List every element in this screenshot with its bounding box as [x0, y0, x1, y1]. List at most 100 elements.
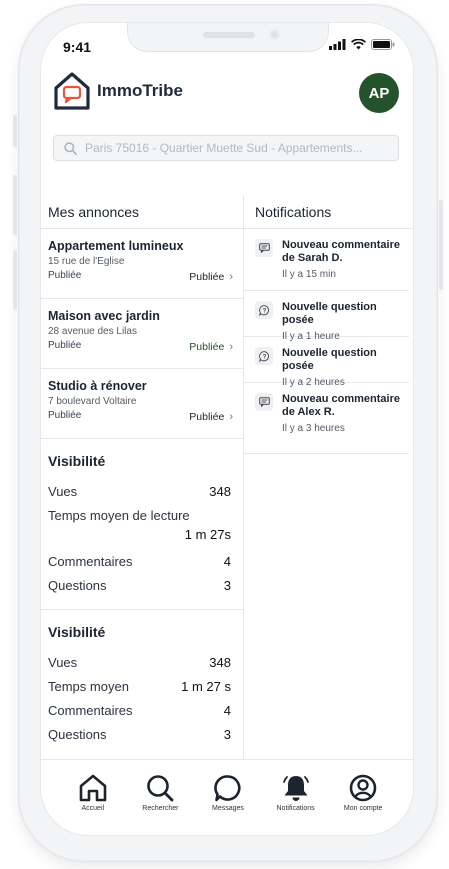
- nav-label: Rechercher: [142, 805, 179, 812]
- left-column: Mes annonces Appartement lumineux 15 rue…: [41, 195, 243, 758]
- stat-read-time-label-row: Temps moyen de lecture: [48, 503, 231, 527]
- speaker: [203, 32, 255, 38]
- notification-title: Nouveau commentaire de Alex R.: [282, 393, 400, 418]
- listing-status-badge[interactable]: Publiée ›: [189, 271, 233, 283]
- notification-item[interactable]: Nouveau commentaire de Sarah D. Il y a 1…: [244, 229, 409, 291]
- nav-item-notifications[interactable]: Notifications: [266, 774, 326, 835]
- battery-icon: [371, 39, 395, 50]
- stat-value: 4: [223, 702, 231, 718]
- stat-value: 3: [223, 577, 231, 593]
- nav-item-account[interactable]: Mon compte: [333, 774, 393, 835]
- stat-value: 1 m 27 s: [181, 678, 231, 694]
- phone-screen: 9:41 ImmoTribe AP Paris 75016 - Quartier…: [40, 22, 414, 836]
- nav-item-home[interactable]: Accueil: [63, 774, 123, 835]
- comment-icon: [255, 393, 273, 411]
- listing-address: 15 rue de l'Eglise: [48, 256, 125, 267]
- notification-title: Nouveau commentaire de Sarah D.: [282, 239, 400, 264]
- listing-title: Appartement lumineux: [48, 239, 184, 253]
- status-time: 9:41: [63, 39, 92, 55]
- notification-time: Il y a 15 min: [282, 269, 336, 280]
- visibility-stats-card: Visibilité Vues 348 Temps moyen 1 m 27 s…: [41, 610, 243, 758]
- stat-comments: Commentaires 4: [48, 698, 231, 722]
- stat-label: Temps moyen de lecture: [48, 507, 190, 523]
- notification-time: Il y a 2 heures: [282, 377, 345, 388]
- notification-title: Nouvelle question posée: [282, 347, 377, 372]
- notification-item[interactable]: ? Nouvelle question posée Il y a 2 heure…: [244, 337, 409, 388]
- stat-value: 4: [223, 553, 231, 569]
- visibility-stats-card: Visibilité Vues 348 Temps moyen de lectu…: [41, 439, 243, 610]
- listing-badge-label: Publiée: [189, 411, 225, 423]
- stat-label: Questions: [48, 577, 107, 593]
- stat-questions: Questions 3: [48, 573, 231, 597]
- comment-icon: [255, 239, 273, 257]
- app-logo[interactable]: ImmoTribe: [53, 71, 183, 111]
- question-icon: ?: [255, 301, 273, 319]
- notification-title: Nouvelle question posée: [282, 301, 377, 326]
- stat-value: 348: [209, 483, 231, 499]
- stat-label: Commentaires: [48, 702, 133, 718]
- notifications-title: Notifications: [244, 195, 413, 229]
- power-button: [439, 200, 443, 290]
- volume-up-button: [13, 175, 17, 235]
- nav-item-search[interactable]: Rechercher: [130, 774, 190, 835]
- listing-item[interactable]: Maison avec jardin 28 avenue des Lilas P…: [41, 299, 243, 369]
- notification-item[interactable]: ? Nouvelle question posée Il y a 1 heure: [244, 291, 409, 342]
- listing-item[interactable]: Studio à rénover 7 boulevard Voltaire Pu…: [41, 369, 243, 439]
- search-icon: [64, 141, 77, 155]
- front-camera: [269, 29, 280, 40]
- notification-time: Il y a 3 heures: [282, 423, 345, 434]
- nav-label: Notifications: [276, 805, 315, 812]
- stat-value: 3: [223, 726, 231, 742]
- status-icons: [329, 39, 395, 50]
- signal-icon: [329, 39, 346, 50]
- bell-icon: [282, 776, 309, 801]
- listing-status-badge[interactable]: Publiée ›: [189, 411, 233, 423]
- chevron-right-icon: ›: [229, 341, 233, 353]
- stat-questions: Questions 3: [48, 722, 231, 746]
- visibility-title: Visibilité: [48, 624, 106, 640]
- listing-title: Maison avec jardin: [48, 309, 160, 323]
- nav-item-messages[interactable]: Messages: [198, 774, 258, 835]
- volume-down-button: [13, 250, 17, 310]
- house-chat-logo-icon: [54, 72, 90, 110]
- question-icon: ?: [255, 347, 273, 365]
- chevron-right-icon: ›: [229, 271, 233, 283]
- visibility-title: Visibilité: [48, 453, 106, 469]
- avatar[interactable]: AP: [359, 73, 399, 113]
- nav-label: Accueil: [81, 805, 105, 812]
- nav-label: Messages: [212, 805, 244, 812]
- listing-status-badge[interactable]: Publiée ›: [189, 341, 233, 353]
- stat-label: Vues: [48, 483, 78, 499]
- stat-comments: Commentaires 4: [48, 549, 231, 573]
- svg-text:?: ?: [262, 308, 266, 314]
- message-bubble-icon: [214, 775, 241, 802]
- search-input[interactable]: [85, 141, 395, 155]
- mute-switch: [13, 115, 17, 147]
- user-account-icon: [349, 774, 377, 802]
- notifications-column: Notifications Nouveau commentaire de Sar…: [243, 195, 413, 759]
- search-bar[interactable]: [53, 135, 399, 161]
- home-icon: [79, 774, 107, 802]
- app-name: ImmoTribe: [97, 81, 183, 100]
- stat-label: Temps moyen: [48, 678, 129, 694]
- stat-label: Questions: [48, 726, 107, 742]
- notch: [127, 23, 329, 52]
- notification-time: Il y a 1 heure: [282, 331, 340, 342]
- stat-value: 1 m 27s: [184, 527, 231, 542]
- listing-item[interactable]: Appartement lumineux 15 rue de l'Eglise …: [41, 229, 243, 299]
- bottom-nav: Accueil Rechercher Messages Notification…: [41, 759, 413, 835]
- listing-badge-label: Publiée: [189, 341, 225, 353]
- stat-value: 348: [209, 654, 231, 670]
- stat-views: Vues 348: [48, 479, 231, 503]
- wifi-icon: [351, 39, 366, 50]
- listing-badge-label: Publiée: [189, 271, 225, 283]
- notification-item[interactable]: Nouveau commentaire de Alex R. Il y a 3 …: [244, 383, 409, 453]
- stat-label: Commentaires: [48, 553, 133, 569]
- listings-title: Mes annonces: [41, 195, 243, 229]
- stat-read-time: Temps moyen 1 m 27 s: [48, 674, 231, 698]
- stat-views: Vues 348: [48, 650, 231, 674]
- listing-address: 7 boulevard Voltaire: [48, 396, 137, 407]
- chevron-right-icon: ›: [229, 411, 233, 423]
- notification-list: Nouveau commentaire de Sarah D. Il y a 1…: [244, 229, 409, 454]
- nav-label: Mon compte: [343, 805, 383, 812]
